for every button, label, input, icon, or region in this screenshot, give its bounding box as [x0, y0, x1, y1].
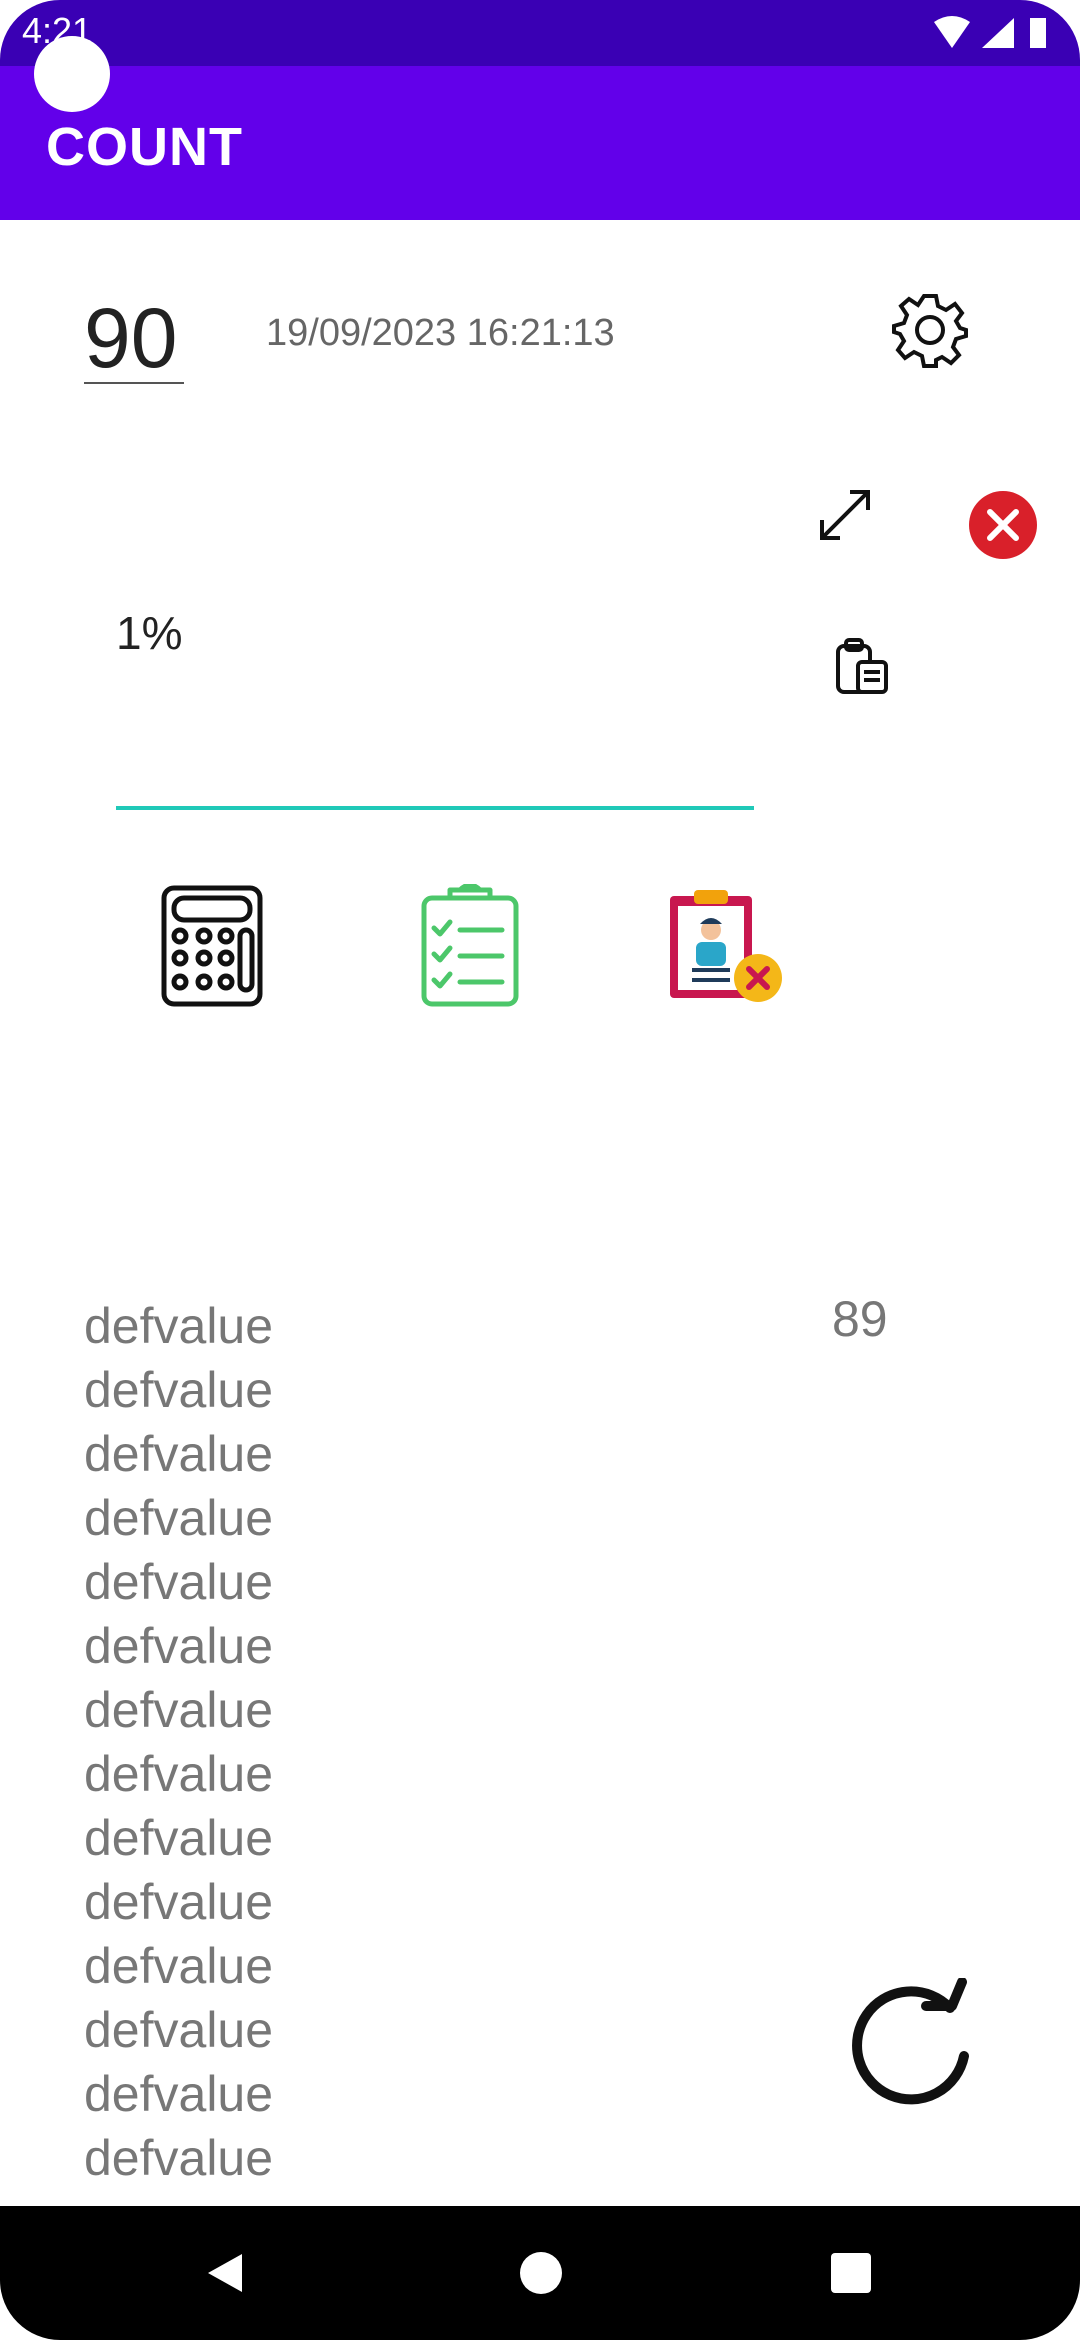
status-bar: 4:21: [0, 0, 1080, 66]
list-item: defvalue: [84, 1810, 274, 1866]
wifi-icon: [934, 16, 970, 48]
list-item: defvalue: [84, 1618, 274, 1674]
list-item: defvalue: [84, 2190, 684, 2198]
back-icon[interactable]: [202, 2250, 248, 2296]
list-item: defvalue: [84, 1874, 274, 1930]
app-title: COUNT: [46, 117, 243, 177]
input-underline: [116, 806, 754, 810]
refresh-icon[interactable]: [852, 1978, 992, 2118]
battery-icon: [1030, 18, 1046, 48]
status-icons: [934, 16, 1046, 48]
remove-contact-icon[interactable]: [666, 888, 786, 1006]
signal-icon: [982, 18, 1014, 48]
camera-cutout: [34, 36, 110, 112]
home-icon[interactable]: [518, 2250, 564, 2296]
list-item: defvalue: [84, 1426, 274, 1482]
list-item: defvalue: [84, 1298, 274, 1354]
list-item: defvalue: [84, 2130, 274, 2186]
list-item: defvalue: [84, 1938, 274, 1994]
list-item: defvalue: [84, 1554, 274, 1610]
list-item: defvalue: [84, 2066, 274, 2122]
count-underline: [84, 382, 184, 384]
timestamp: 19/09/2023 16:21:13: [266, 312, 615, 354]
checklist-icon[interactable]: [420, 884, 520, 1008]
expand-icon[interactable]: [812, 482, 878, 548]
count-input[interactable]: 90: [84, 290, 177, 387]
side-number: 89: [832, 1291, 888, 1347]
list-item: defvalue: [84, 2002, 274, 2058]
list-item: defvalue: [84, 1746, 274, 1802]
calculator-icon[interactable]: [160, 884, 264, 1008]
clipboard-icon[interactable]: [832, 636, 894, 698]
list-item: defvalue: [84, 1362, 274, 1418]
close-icon[interactable]: [966, 488, 1040, 562]
values-list: defvalue defvalue defvalue defvalue defv…: [84, 1294, 684, 2198]
list-item: defvalue: [84, 1682, 274, 1738]
list-item: defvalue: [84, 1490, 274, 1546]
recents-icon[interactable]: [830, 2252, 872, 2294]
navigation-bar: [0, 2206, 1080, 2340]
app-bar: COUNT: [0, 66, 1080, 220]
percent-value: 1%: [116, 607, 183, 659]
settings-gear-icon[interactable]: [890, 290, 970, 370]
